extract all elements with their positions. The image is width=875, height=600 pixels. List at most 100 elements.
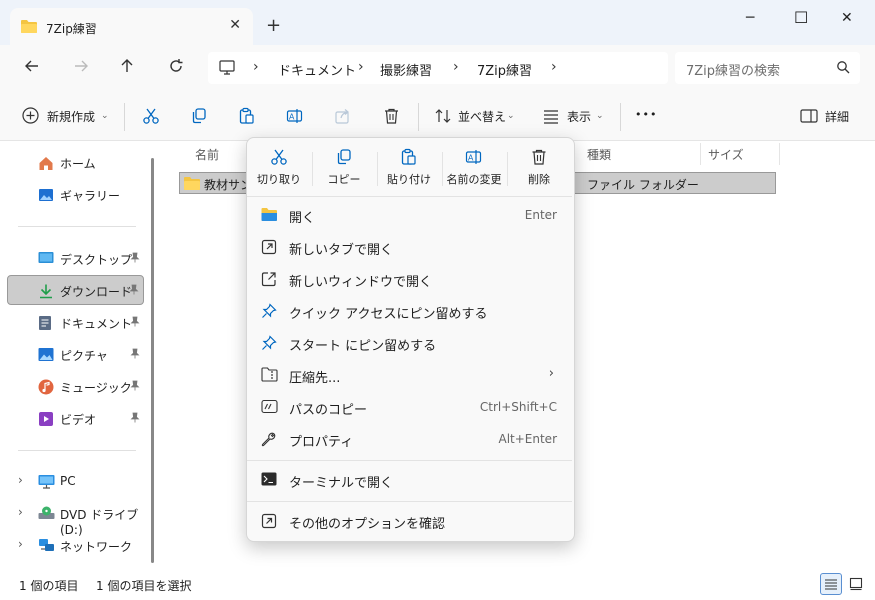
sidebar-item-desktop[interactable]: デスクトップ [7,243,144,273]
breadcrumb-chevron-icon: › [453,59,459,75]
arrow-up-icon [121,59,133,72]
column-header-size[interactable]: サイズ [708,146,744,163]
status-bar: 1 個の項目 1 個の項目を選択 [0,571,875,600]
sidebar-item-pc[interactable]: › PC [7,466,144,496]
chevron-right-icon[interactable]: › [18,473,23,487]
folder-open-icon [261,207,278,225]
sidebar-item-documents[interactable]: ドキュメント [7,307,144,337]
paste-label: 貼り付け [387,173,431,186]
paste-button[interactable]: 貼り付け [377,148,441,192]
menu-item-label: プロパティ [289,435,354,450]
cut-button[interactable]: 切り取り [247,148,311,192]
menu-item-open-new-window[interactable]: 新しいウィンドウで開く [252,264,568,294]
menu-item-open[interactable]: 開く Enter [252,200,568,230]
sidebar-item-home[interactable]: ホーム [7,147,144,177]
breadcrumb-shooting-practice[interactable]: 撮影練習 [380,60,432,79]
close-window-button[interactable]: ✕ [841,10,853,26]
download-icon [38,283,54,302]
menu-item-shortcut: Ctrl+Shift+C [479,400,557,414]
forward-button[interactable] [69,57,93,81]
large-icons-view-button[interactable] [845,573,867,595]
sidebar-item-dvd-drive[interactable]: › DVD ドライブ (D:) [7,498,144,537]
view-button[interactable]: 表示 [567,108,591,125]
pin-icon [130,316,140,330]
sidebar-item-gallery[interactable]: ギャラリー [7,179,144,209]
folder-icon [184,176,200,193]
chevron-right-icon[interactable]: › [18,537,23,551]
sidebar-item-videos[interactable]: ビデオ [7,403,144,433]
context-menu: 切り取り コピー 貼り付け A 名前の変更 削除 開く Enter 新しいタブで… [246,137,575,542]
menu-item-label: 新しいタブで開く [289,243,394,258]
share-icon[interactable] [334,107,352,128]
rename-icon: A [465,150,482,164]
menu-item-label: 新しいウィンドウで開く [289,275,433,290]
tab-close-icon[interactable]: ✕ [229,17,241,33]
menu-item-copy-path[interactable]: パスのコピー Ctrl+Shift+C [252,392,568,422]
more-options-button[interactable]: ••• [635,108,657,121]
refresh-button[interactable] [164,57,188,81]
back-button[interactable] [20,57,44,81]
delete-button[interactable]: 削除 [507,148,571,192]
column-header-name[interactable]: 名前 [195,146,219,163]
file-type: ファイル フォルダー [587,178,699,192]
copy-icon[interactable] [190,107,208,128]
details-pane-icon [800,108,818,127]
details-button[interactable]: 詳細 [825,108,849,125]
breadcrumb-7zip[interactable]: 7Zip練習 [477,60,532,79]
rename-button[interactable]: A 名前の変更 [442,148,506,192]
new-tab-icon [261,239,277,258]
divider [247,501,572,502]
tab-7zip[interactable]: 7Zip練習 ✕ [10,8,253,45]
sidebar-item-label: ビデオ [60,413,97,427]
menu-item-open-terminal[interactable]: ターミナルで開く [252,465,568,495]
cut-icon[interactable] [142,107,160,128]
menu-item-pin-quick-access[interactable]: クイック アクセスにピン留めする [252,296,568,326]
copy-button[interactable]: コピー [312,148,376,192]
copy-label: コピー [327,173,361,186]
details-view-button[interactable] [820,573,842,595]
pin-icon [129,284,139,298]
column-header-type[interactable]: 種類 [587,146,611,163]
menu-item-open-new-tab[interactable]: 新しいタブで開く [252,232,568,262]
sidebar-item-label: ホーム [60,157,96,171]
divider [124,103,125,131]
column-divider[interactable] [779,143,780,165]
menu-item-label: クイック アクセスにピン留めする [289,307,488,322]
minimize-button[interactable]: ─ [746,10,754,26]
up-button[interactable] [115,57,139,81]
sidebar-item-pictures[interactable]: ピクチャ [7,339,144,369]
maximize-button[interactable]: ☐ [794,8,808,27]
chevron-right-icon[interactable]: › [18,505,23,519]
pc-icon [219,60,235,78]
menu-item-shortcut: Enter [524,208,557,222]
command-bar: 新規作成 ⌄ A 並べ替え ⌄ 表示 ⌄ ••• 詳細 [0,93,875,141]
pin-icon [130,252,140,266]
rename-icon[interactable]: A [286,107,304,128]
new-button[interactable]: 新規作成 [47,108,95,125]
sort-button[interactable]: 並べ替え [458,108,506,125]
column-divider[interactable] [700,143,701,165]
menu-item-more-options[interactable]: その他のオプションを確認 [252,506,568,536]
folder-icon [21,19,37,36]
menu-item-label: 開く [289,211,316,226]
gallery-icon [38,187,54,206]
tiles-view-icon [849,577,863,591]
breadcrumb-chevron-icon: › [358,59,364,75]
new-window-icon [261,271,277,290]
divider [247,460,572,461]
sidebar-item-music[interactable]: ミュージック [7,371,144,401]
menu-item-pin-start[interactable]: スタート にピン留めする [252,328,568,358]
list-view-icon [825,579,837,590]
menu-item-compress[interactable]: 圧縮先... › [252,360,568,390]
address-bar[interactable]: › ドキュメント › 撮影練習 › 7Zip練習 › [208,52,668,84]
paste-icon[interactable] [238,107,256,128]
menu-item-properties[interactable]: プロパティ Alt+Enter [252,424,568,454]
sidebar-item-downloads[interactable]: ダウンロード [7,275,144,305]
navigation-pane: ホーム ギャラリー デスクトップ ダウンロード ドキュメント ピクチャ ミュージ… [0,141,152,571]
breadcrumb-documents[interactable]: ドキュメント [278,60,356,79]
delete-icon[interactable] [383,107,400,128]
new-tab-button[interactable]: + [266,15,281,36]
search-box[interactable]: 7Zip練習の検索 [675,52,860,84]
sidebar-scrollbar[interactable] [151,158,154,563]
sidebar-item-network[interactable]: › ネットワーク [7,530,144,560]
